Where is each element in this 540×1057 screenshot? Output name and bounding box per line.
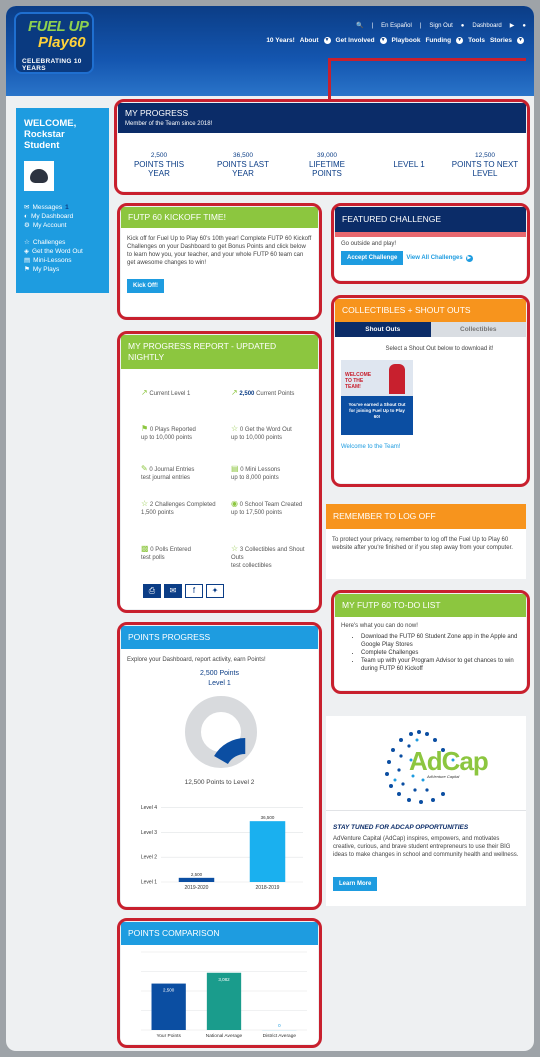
sidebar-item-challenges[interactable]: ☆ Challenges [24,238,101,247]
welcome-user-name: Rockstar Student [24,129,65,151]
welcome-heading: WELCOME, Rockstar Student [24,118,101,151]
adcap-wordmark: AdCap [409,746,489,776]
log-off-text: To protect your privacy, remember to log… [332,537,513,551]
adcap-description: AdVenture Capital (AdCap) inspires, empo… [333,836,519,858]
sidebar-item-label: My Account [32,222,67,229]
highlight-ring [117,331,322,613]
megaphone-icon: ◈ [24,248,29,255]
sidebar-item-dashboard[interactable]: ◐ My Dashboard [24,212,101,221]
sidebar: WELCOME, Rockstar Student ✉ Messages 1 ◐ My… [16,108,109,293]
highlight-ring [117,203,322,320]
nav-get-involved[interactable]: Get Involved [336,37,375,44]
nav-10-years[interactable]: 10 Years! [266,37,294,44]
sidebar-item-messages[interactable]: ✉ Messages 1 [24,203,101,212]
sidebar-item-label: Challenges [32,239,66,246]
chevron-down-icon[interactable]: ▼ [456,37,464,44]
chevron-down-icon[interactable]: ▼ [517,37,524,44]
card-title: REMEMBER TO LOG OFF [326,504,526,529]
chevron-down-icon[interactable]: ▼ [323,37,331,44]
nav-funding[interactable]: Funding [425,37,451,44]
sign-out-link[interactable]: Sign Out [429,23,452,29]
logo-line-2: Play60 [38,34,86,51]
adcap-card: AdCap AdVenture Capital STAY TUNED FOR A… [326,716,526,906]
annotation-line [328,58,526,61]
page-frame: FUEL UP Play60 CELEBRATING 10 YEARS 🔍 | … [6,6,534,1051]
book-icon: ▤ [24,257,31,264]
highlight-ring [331,203,530,284]
sidebar-item-label: Messages [32,204,63,211]
flag-icon: ⚑ [24,266,30,273]
messages-count-badge: 1 [65,204,69,211]
highlight-ring [114,99,530,195]
highlight-ring [331,590,530,694]
sidebar-item-label: My Dashboard [30,213,74,220]
site-logo[interactable]: FUEL UP Play60 CELEBRATING 10 YEARS [14,12,94,74]
site-header: FUEL UP Play60 CELEBRATING 10 YEARS 🔍 | … [6,6,534,96]
avatar[interactable] [24,161,54,191]
highlight-ring [331,295,530,487]
learn-more-button[interactable]: Learn More [333,877,378,891]
adcap-logo: AdCap AdVenture Capital [371,724,489,804]
sidebar-item-label: Get the Word Out [32,248,83,255]
gear-icon: ⚙ [24,222,30,229]
helmet-icon [30,169,48,183]
adcap-subtitle: AdVenture Capital [427,774,460,779]
welcome-line-1: WELCOME, [24,118,77,129]
user-icon: ● [460,22,465,29]
nav-tools[interactable]: Tools [468,37,485,44]
logo-tagline: CELEBRATING 10 YEARS [22,58,82,72]
nav-stories[interactable]: Stories [490,37,512,44]
sidebar-item-label: My Plays [32,266,60,273]
trophy-icon: ☆ [24,239,30,246]
annotation-line [328,58,331,102]
utility-bar: 🔍 | En Español | Sign Out ● Dashboard ▶ … [356,22,526,30]
sidebar-item-my-plays[interactable]: ⚑ My Plays [24,265,101,274]
adcap-heading: STAY TUNED FOR ADCAP OPPORTUNITIES [333,824,469,831]
highlight-ring [117,918,322,1048]
sidebar-item-mini-lessons[interactable]: ▤ Mini-Lessons [24,256,101,265]
logo-line-1: FUEL UP [28,18,89,35]
nav-playbook[interactable]: Playbook [392,37,421,44]
social-icon[interactable]: ● [522,23,526,29]
log-off-card: REMEMBER TO LOG OFF To protect your priv… [326,504,526,579]
language-link[interactable]: En Español [381,23,412,29]
highlight-ring [117,622,322,910]
nav-about[interactable]: About [300,37,319,44]
sidebar-item-account[interactable]: ⚙ My Account [24,221,101,230]
envelope-icon: ✉ [24,204,30,211]
chevron-down-icon[interactable]: ▼ [379,37,387,44]
main-nav: 10 Years! About ▼ Get Involved ▼ Playbook … [266,37,524,44]
sidebar-item-word-out[interactable]: ◈ Get the Word Out [24,247,101,256]
play-icon[interactable]: ▶ [510,22,515,29]
sidebar-item-label: Mini-Lessons [33,257,72,264]
search-icon[interactable]: 🔍 [356,22,363,29]
dashboard-link[interactable]: Dashboard [472,23,501,29]
speedometer-icon: ◐ [24,213,28,220]
